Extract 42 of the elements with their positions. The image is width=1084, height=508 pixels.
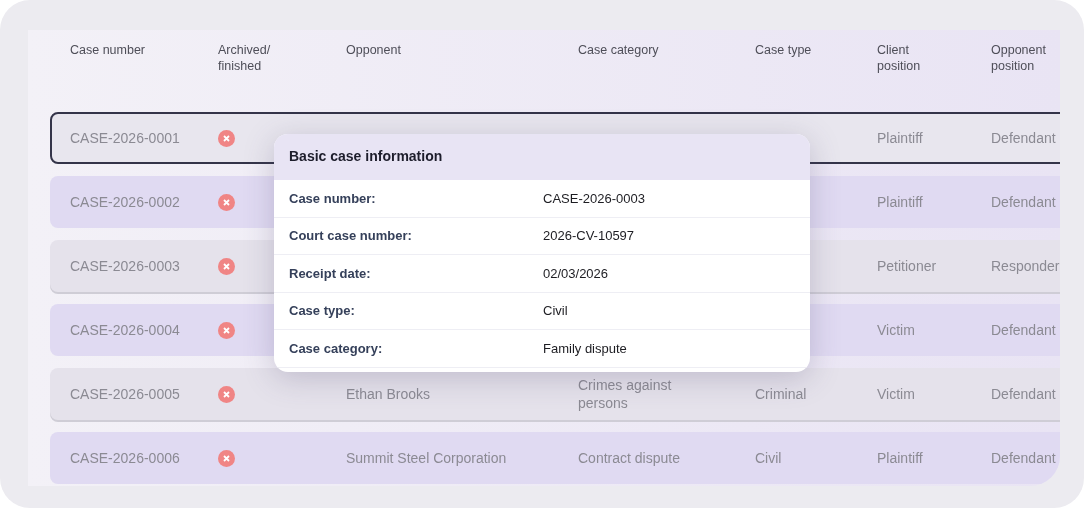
table-cell: CASE-2026-0004 <box>70 322 180 338</box>
column-header: Opponent position <box>991 42 1047 75</box>
field-label: Case number: <box>289 190 377 206</box>
table-cell: Criminal <box>755 386 807 402</box>
table-cell: Summit Steel Corporation <box>346 450 507 466</box>
table-cell: Victim <box>877 386 915 402</box>
table-cell: Petitioner <box>877 258 937 274</box>
table-cell: Defendant <box>991 450 1056 466</box>
popup-title: Basic case information <box>274 134 810 180</box>
table-cell: Defendant <box>991 322 1056 338</box>
table-cell: CASE-2026-0002 <box>70 194 180 210</box>
field-value: Family dispute <box>543 340 628 356</box>
table-cell: Defendant <box>991 386 1056 402</box>
field-value: 02/03/2026 <box>543 265 610 281</box>
table-cell: Ethan Brooks <box>346 386 431 402</box>
table-cell: Responder <box>991 258 1060 274</box>
column-header: Client position <box>877 42 922 75</box>
field-label: Case category: <box>289 340 384 356</box>
column-header: Archived/ finished <box>218 42 272 75</box>
table-cell: Plaintiff <box>877 130 923 146</box>
table-cell: CASE-2026-0005 <box>70 386 180 402</box>
field-label: Case type: <box>289 303 356 319</box>
table-cell: Victim <box>877 322 915 338</box>
table-cell: Plaintiff <box>877 450 923 466</box>
table-cell: CASE-2026-0003 <box>70 258 180 274</box>
column-header: Case type <box>755 42 813 59</box>
column-header: Case category <box>578 42 660 59</box>
table-cell: Civil <box>755 450 782 466</box>
table-cell: CASE-2026-0006 <box>70 450 180 466</box>
table-cell: CASE-2026-0001 <box>70 130 180 146</box>
table-cell: Defendant <box>991 194 1056 210</box>
field-value: CASE-2026-0003 <box>543 190 646 206</box>
table-cell-text: Contract dispute <box>578 449 681 467</box>
table-cell-text: Crimes against persons <box>578 376 673 412</box>
table-cell: Plaintiff <box>877 194 923 210</box>
field-value: Civil <box>543 303 569 319</box>
column-header: Case number <box>70 42 147 59</box>
field-value: 2026-CV-10597 <box>543 228 636 244</box>
table-cell: Defendant <box>991 130 1056 146</box>
field-label: Receipt date: <box>289 265 372 281</box>
column-header: Opponent <box>346 42 402 59</box>
field-label: Court case number: <box>289 228 413 244</box>
